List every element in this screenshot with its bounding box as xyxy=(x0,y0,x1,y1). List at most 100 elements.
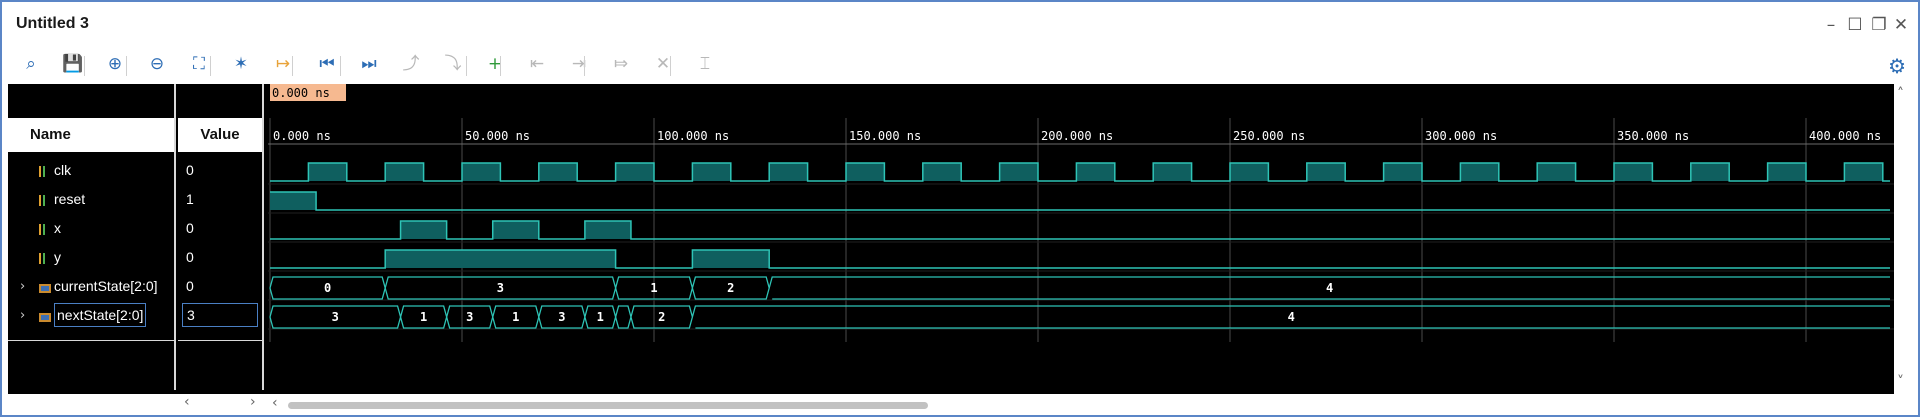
clk-pulse xyxy=(999,163,1038,181)
chevron-right-icon[interactable]: › xyxy=(20,301,25,330)
toolbar-separator xyxy=(466,56,467,76)
currentState-value-label: 0 xyxy=(324,281,331,295)
y-pulse xyxy=(385,250,616,268)
waveform-window: Untitled 3 – ☐ ❐ ✕ ⌕ 💾 ⊕ ⊖ ⛶ ✶ ↦ ⏮ ⏭ ⤴ ⤵ + ⇤ ⇥ ⤇ ✕ ⌶ ⚙ N… xyxy=(0,0,1920,417)
toolbar-separator xyxy=(340,56,341,76)
toolbar-separator xyxy=(584,56,585,76)
nextState-value-label: 3 xyxy=(466,310,473,324)
nextState-value-label: 3 xyxy=(332,310,339,324)
cursor-time-label: 0.000 ns xyxy=(272,86,330,100)
previous-transition-icon[interactable]: ⤴ xyxy=(396,50,426,78)
signal-row[interactable]: reset xyxy=(8,185,174,214)
signal-row[interactable]: y xyxy=(8,243,174,272)
ruler-tick-label: 50.000 ns xyxy=(465,129,530,143)
go-to-start-icon[interactable]: ⏮ xyxy=(312,50,342,78)
x-pulse xyxy=(584,221,631,239)
clk-pulse xyxy=(1153,163,1192,181)
minimize-icon[interactable]: – xyxy=(1820,14,1842,36)
ruler-tick-label: 250.000 ns xyxy=(1233,129,1305,143)
clk-pulse xyxy=(1076,163,1115,181)
ruler-tick-label: 350.000 ns xyxy=(1617,129,1689,143)
toolbar-separator xyxy=(292,56,293,76)
clk-pulse xyxy=(1767,163,1806,181)
currentState-value-label: 4 xyxy=(1326,281,1333,295)
value-column-header[interactable]: Value xyxy=(178,118,262,152)
x-pulse xyxy=(492,221,539,239)
search-icon[interactable]: ⌕ xyxy=(16,50,46,78)
ruler-tick-label: 100.000 ns xyxy=(657,129,729,143)
previous-marker-icon[interactable]: ⇤ xyxy=(522,50,552,78)
signal-row[interactable]: x xyxy=(8,214,174,243)
clk-pulse xyxy=(1614,163,1653,181)
clk-pulse xyxy=(692,163,731,181)
zoom-out-icon[interactable]: ⊖ xyxy=(142,50,172,78)
name-column: Name clk reset x y › currentState[2:0] › nextSt… xyxy=(8,84,176,390)
nextState-bus-segment xyxy=(614,305,632,329)
scroll-right-arrow-icon[interactable]: › xyxy=(250,394,256,410)
go-to-end-icon[interactable]: ⏭ xyxy=(354,50,384,78)
clk-pulse xyxy=(1383,163,1422,181)
scroll-up-arrow-icon[interactable]: ˄ xyxy=(1897,86,1904,102)
clk-pulse xyxy=(1844,163,1883,181)
scroll-left-arrow-icon[interactable]: ‹ xyxy=(184,394,190,410)
add-marker-icon[interactable]: + xyxy=(480,50,510,78)
signal-value: 0 xyxy=(186,220,194,236)
settings-gear-icon[interactable]: ⚙ xyxy=(1888,54,1906,78)
signal-value: 0 xyxy=(186,278,194,294)
signal-name: x xyxy=(54,220,61,236)
nextState-value-label: 1 xyxy=(420,310,427,324)
clk-pulse xyxy=(769,163,808,181)
name-value-scrollbar[interactable]: ‹ › xyxy=(8,394,266,412)
toolbar: ⌕ 💾 ⊕ ⊖ ⛶ ✶ ↦ ⏮ ⏭ ⤴ ⤵ + ⇤ ⇥ ⤇ ✕ ⌶ xyxy=(2,46,1918,82)
next-transition-icon[interactable]: ⤵ xyxy=(438,50,468,78)
clk-pulse xyxy=(846,163,885,181)
go-to-cursor-icon[interactable]: ✶ xyxy=(226,50,256,78)
currentState-value-label: 2 xyxy=(727,281,734,295)
clk-pulse xyxy=(462,163,501,181)
rows-divider xyxy=(178,340,262,341)
scroll-down-arrow-icon[interactable]: ˅ xyxy=(1897,374,1904,390)
toolbar-separator xyxy=(84,56,85,76)
signal-value: 0 xyxy=(186,162,194,178)
next-marker-icon[interactable]: ⇥ xyxy=(564,50,594,78)
ruler-tick-label: 150.000 ns xyxy=(849,129,921,143)
cut-icon[interactable]: ⌶ xyxy=(690,50,720,78)
horizontal-scrollbar[interactable]: ‹ xyxy=(268,395,1894,412)
bus-signal-icon xyxy=(38,306,52,335)
title-bar: Untitled 3 – ☐ ❐ ✕ xyxy=(2,2,1918,50)
signal-value: 3 xyxy=(182,303,258,327)
x-pulse xyxy=(400,221,447,239)
rows-divider xyxy=(8,340,174,341)
ruler-tick-label: 0.000 ns xyxy=(273,129,331,143)
horizontal-scrollbar-thumb[interactable] xyxy=(288,402,928,409)
signal-row[interactable]: clk xyxy=(8,156,174,185)
waveform-canvas[interactable]: 0.000 ns 50.000 ns 100.000 ns 150.000 ns 2 0 0… xyxy=(268,84,1894,394)
reset-waveform xyxy=(270,191,1890,211)
clk-pulse xyxy=(308,163,347,181)
signal-row[interactable]: › nextState[2:0] xyxy=(8,301,174,330)
nextState-value-label: 4 xyxy=(1288,310,1295,324)
close-icon[interactable]: ✕ xyxy=(1890,14,1912,36)
clk-pulse xyxy=(615,163,654,181)
signal-row[interactable]: › currentState[2:0] xyxy=(8,272,174,301)
ruler-tick-label: 300.000 ns xyxy=(1425,129,1497,143)
chevron-right-icon[interactable]: › xyxy=(20,272,25,301)
name-column-header[interactable]: Name xyxy=(8,118,174,152)
clk-pulse xyxy=(1690,163,1730,181)
delete-marker-icon[interactable]: ✕ xyxy=(648,50,678,78)
swap-cursors-icon[interactable]: ⤇ xyxy=(606,50,636,78)
scroll-left-arrow-icon[interactable]: ‹ xyxy=(272,395,278,411)
maximize-icon[interactable]: ☐ xyxy=(1844,14,1866,36)
clk-pulse xyxy=(385,163,424,181)
vertical-scrollbar[interactable]: ˄ ˅ xyxy=(1894,84,1912,394)
clk-pulse xyxy=(1306,163,1346,181)
nextState-value-label: 2 xyxy=(658,310,665,324)
clk-pulse xyxy=(538,163,578,181)
restore-icon[interactable]: ❐ xyxy=(1868,14,1890,36)
window-title: Untitled 3 xyxy=(16,15,89,32)
y-pulse xyxy=(692,250,770,268)
add-marker-cursor-icon[interactable]: ↦ xyxy=(268,50,298,78)
signal-value: 1 xyxy=(186,191,194,207)
clk-pulse xyxy=(1460,163,1499,181)
signal-value: 0 xyxy=(186,249,194,265)
